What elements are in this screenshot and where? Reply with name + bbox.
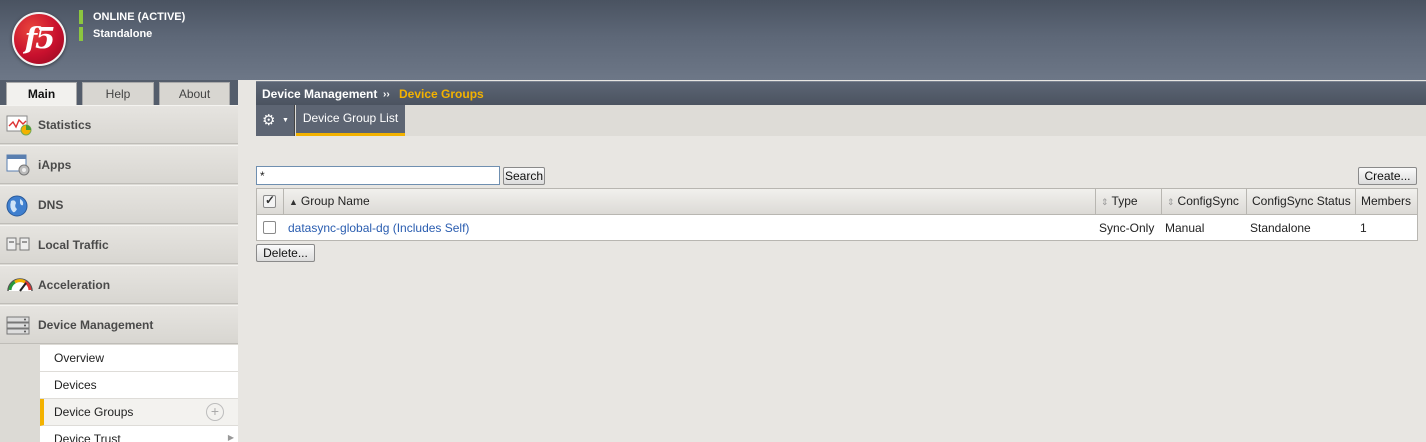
breadcrumb: Device Management ›› Device Groups — [256, 81, 1426, 105]
sidebar: Statistics iApps DNS Local Traffic Accel… — [0, 105, 238, 442]
column-label-configsync: ConfigSync — [1177, 194, 1239, 208]
search-button[interactable]: Search — [503, 167, 545, 185]
table-header: ▲Group Name ⇕Type ⇕ConfigSync ConfigSync… — [257, 189, 1417, 215]
column-members: Members — [1355, 189, 1417, 214]
subnav-label-overview: Overview — [54, 351, 105, 365]
subnav-label-devices: Devices — [54, 378, 97, 392]
delete-button[interactable]: Delete... — [256, 244, 315, 262]
column-label-type: Type — [1111, 194, 1138, 208]
tab-about[interactable]: About — [159, 82, 230, 105]
sidebar-label-acceleration: Acceleration — [38, 278, 111, 292]
select-all-checkbox[interactable] — [263, 193, 276, 208]
gear-icon: ⚙ — [262, 112, 276, 129]
device-status: ONLINE (ACTIVE) — [79, 10, 185, 24]
sidebar-item-statistics[interactable]: Statistics — [0, 105, 238, 144]
device-mode: Standalone — [79, 27, 152, 41]
column-type[interactable]: ⇕ Type — [1095, 189, 1161, 214]
sidebar-label-dns: DNS — [38, 198, 64, 212]
local-traffic-icon — [6, 234, 30, 256]
breadcrumb-parent[interactable]: Device Management — [262, 87, 377, 101]
globe-icon — [6, 194, 30, 217]
sort-icon: ⇕ — [1101, 197, 1109, 207]
subnav-device-groups[interactable]: Device Groups + — [40, 399, 238, 426]
subnav-device-trust[interactable]: Device Trust ▶ — [40, 426, 238, 442]
column-configsync[interactable]: ⇕ ConfigSync — [1161, 189, 1246, 214]
chevron-right-icon: ▶ — [227, 433, 234, 442]
statistics-icon — [6, 114, 32, 136]
column-group-name[interactable]: ▲ Group Name — [283, 189, 1095, 214]
group-name-link[interactable]: datasync-global-dg (Includes Self) — [288, 221, 469, 235]
sort-icon: ⇕ — [1167, 197, 1175, 207]
subnav-label-device-trust: Device Trust — [54, 432, 121, 442]
sidebar-item-acceleration[interactable]: Acceleration — [0, 265, 238, 304]
sort-ascending-icon: ▲ — [289, 197, 298, 207]
subnav-label-device-groups: Device Groups — [54, 405, 134, 419]
tab-main[interactable]: Main — [6, 82, 77, 106]
sidebar-item-local-traffic[interactable]: Local Traffic — [0, 225, 238, 264]
breadcrumb-current: Device Groups — [399, 87, 484, 101]
sidebar-label-local-traffic: Local Traffic — [38, 238, 109, 252]
server-icon — [6, 314, 30, 336]
tab-device-group-list[interactable]: Device Group List — [296, 105, 405, 136]
search-input[interactable] — [256, 166, 500, 185]
sidebar-label-statistics: Statistics — [38, 118, 92, 132]
create-button[interactable]: Create... — [1358, 167, 1417, 185]
sidebar-label-iapps: iApps — [38, 158, 72, 172]
group-type: Sync-Only — [1099, 221, 1155, 235]
iapps-icon — [6, 154, 30, 176]
column-label-configsync-status: ConfigSync Status — [1252, 194, 1351, 208]
top-banner: f5 ONLINE (ACTIVE) Standalone — [0, 0, 1426, 80]
column-label-members: Members — [1361, 194, 1412, 208]
main-tabs: Main Help About — [0, 80, 238, 106]
logo-text: f5 — [24, 21, 56, 55]
group-configsync-status: Standalone — [1250, 221, 1311, 235]
gauge-icon — [6, 274, 33, 296]
subnav-devices[interactable]: Devices — [40, 372, 238, 399]
toolbar: ⚙ ▼ Device Group List — [256, 105, 1426, 136]
settings-menu-button[interactable]: ⚙ ▼ — [256, 105, 295, 136]
sidebar-label-device-management: Device Management — [38, 318, 154, 332]
breadcrumb-separator: ›› — [383, 89, 390, 100]
group-configsync: Manual — [1165, 221, 1205, 235]
column-configsync-status: ConfigSync Status — [1246, 189, 1355, 214]
f5-logo: f5 — [12, 12, 66, 66]
tab-help[interactable]: Help — [82, 82, 154, 105]
subnav-overview[interactable]: Overview — [40, 345, 238, 372]
caret-down-icon: ▼ — [282, 117, 289, 124]
device-group-table: ▲Group Name ⇕Type ⇕ConfigSync ConfigSync… — [256, 188, 1418, 241]
column-label-group-name: Group Name — [300, 194, 370, 208]
table-row: datasync-global-dg (Includes Self) Sync-… — [257, 215, 1417, 240]
sidebar-item-device-management[interactable]: Device Management — [0, 305, 238, 344]
row-checkbox[interactable] — [263, 221, 276, 234]
sidebar-item-iapps[interactable]: iApps — [0, 145, 238, 184]
group-members: 1 — [1360, 221, 1367, 235]
add-icon[interactable]: + — [206, 403, 224, 421]
sidebar-item-dns[interactable]: DNS — [0, 185, 238, 224]
